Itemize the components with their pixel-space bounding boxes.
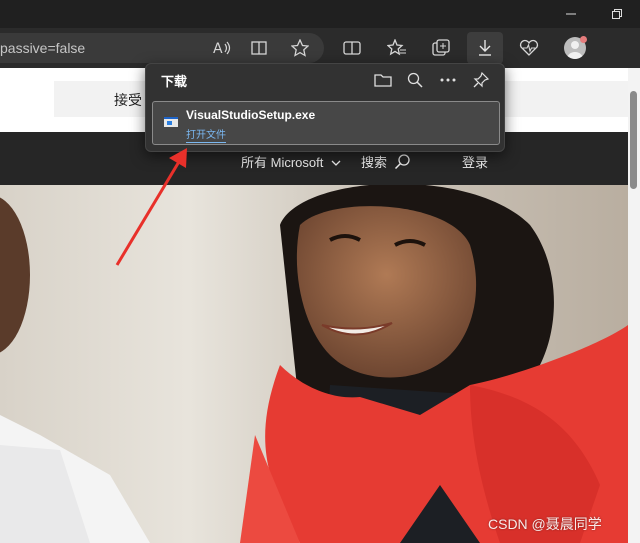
url-text[interactable]: passive=false — [0, 40, 85, 56]
profile-alert-badge — [580, 36, 587, 43]
watermark-text: CSDN @聂晨同学 — [488, 516, 602, 532]
minimize-icon — [566, 13, 576, 15]
nav-all-microsoft[interactable]: 所有 Microsoft — [241, 152, 341, 171]
split-screen-icon[interactable] — [336, 28, 368, 68]
collections-icon[interactable] — [425, 28, 457, 68]
downloads-flyout: 下载 VisualStudioSetup.exe 打开文件 — [145, 63, 505, 152]
minimize-button[interactable] — [548, 0, 594, 28]
scrollbar-thumb[interactable] — [630, 91, 637, 189]
open-file-link[interactable]: 打开文件 — [186, 126, 226, 143]
downloads-button[interactable] — [467, 32, 503, 64]
download-file-name: VisualStudioSetup.exe — [186, 108, 316, 122]
search-icon — [394, 154, 410, 170]
hero-image — [0, 185, 628, 543]
more-options-icon[interactable] — [435, 68, 461, 92]
favorites-icon[interactable] — [381, 28, 413, 68]
installer-file-icon — [164, 117, 178, 127]
restore-button[interactable] — [594, 0, 640, 28]
cookie-accept-text[interactable]: 接受 — [114, 90, 142, 110]
open-downloads-folder-icon[interactable] — [370, 68, 396, 92]
nav-search[interactable]: 搜索 — [361, 152, 412, 171]
address-bar[interactable]: passive=false A — [0, 33, 324, 63]
download-arrow-icon — [479, 40, 491, 56]
nav-all-microsoft-label: 所有 Microsoft — [241, 155, 324, 170]
immersive-reader-icon[interactable] — [244, 28, 276, 68]
read-aloud-icon[interactable]: A — [206, 28, 238, 68]
browser-essentials-icon[interactable] — [513, 28, 545, 68]
restore-icon — [612, 9, 622, 19]
nav-search-label: 搜索 — [361, 155, 388, 170]
title-bar — [0, 0, 640, 28]
chevron-down-icon — [331, 160, 341, 166]
download-item[interactable]: VisualStudioSetup.exe 打开文件 — [152, 101, 500, 145]
hero-photo — [0, 185, 628, 543]
svg-text:A: A — [213, 41, 223, 56]
downloads-title: 下载 — [161, 74, 188, 89]
pin-icon[interactable] — [468, 68, 494, 92]
nav-sign-in[interactable]: 登录 — [462, 152, 488, 171]
browser-toolbar: passive=false A — [0, 28, 640, 68]
search-downloads-icon[interactable] — [402, 68, 428, 92]
favorite-star-icon[interactable] — [284, 28, 316, 68]
